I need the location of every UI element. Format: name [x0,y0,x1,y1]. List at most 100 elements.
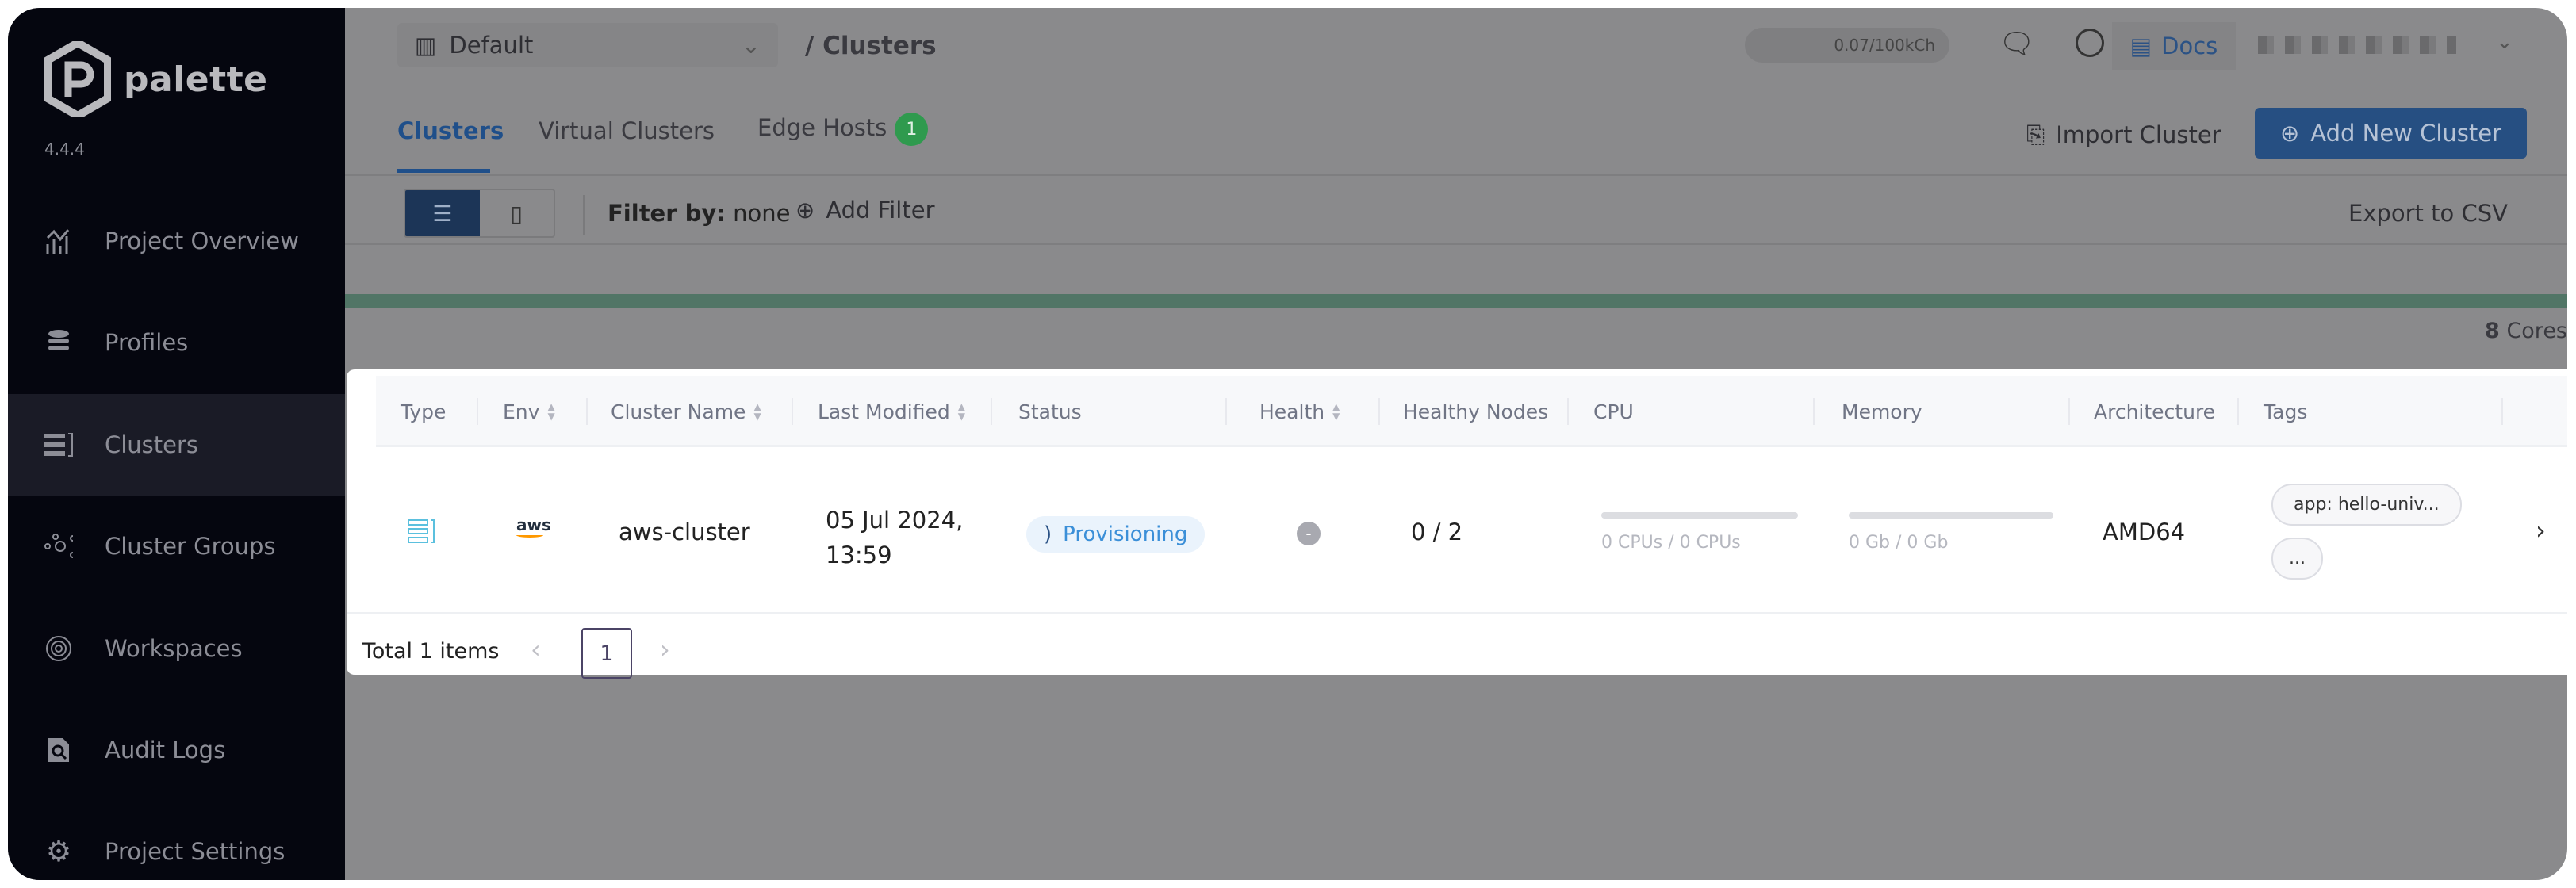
import-label: Import Cluster [2056,121,2221,148]
prev-page-icon[interactable]: ‹ [531,634,541,664]
cpu-label: 0 CPUs / 0 CPUs [1601,533,1741,553]
chevron-right-icon[interactable]: › [2536,515,2546,545]
list-view-button[interactable]: ☰ [405,190,480,236]
import-cluster-button[interactable]: ⎘ Import Cluster [2011,109,2237,160]
divider [991,398,992,425]
sort-icon[interactable]: ▲ ▼ [547,402,554,421]
col-type: Type [401,376,446,447]
next-page-icon[interactable]: › [660,634,670,664]
list-icon: ☰ [432,200,453,227]
architecture: AMD64 [2103,519,2186,545]
divider [1567,398,1569,425]
sidebar-item-label: Cluster Groups [105,533,276,560]
total-items: Total 1 items [362,639,500,664]
col-last-modified[interactable]: Last Modified ▲ ▼ [818,376,965,447]
memory-usage: 0 Gb / 0 Gb [1849,512,2053,553]
tab-clusters[interactable]: Clusters [397,117,504,144]
dashboard-icon: ▥ [415,32,437,59]
status-label: Provisioning [1063,522,1188,546]
divider [1378,398,1380,425]
count-badge: 1 [895,113,929,146]
col-memory: Memory [1842,376,1922,447]
project-select[interactable]: ▥ Default ⌄ [397,23,778,67]
divider [2237,398,2239,425]
sidebar-item-label: Profiles [105,329,189,356]
clusters-table: Type Env ▲ ▼ Cluster Name ▲ ▼ Last Modified ▲… [347,369,2567,679]
database-icon [44,328,73,357]
col-label: Last Modified [818,400,950,423]
sort-icon[interactable]: ▲ ▼ [1332,402,1340,421]
network-icon [44,532,73,561]
sidebar-item-project-overview[interactable]: Project Overview [8,190,345,292]
col-label: Memory [1842,400,1922,423]
tab-virtual-clusters[interactable]: Virtual Clusters [539,117,715,144]
sidebar-item-cluster-groups[interactable]: Cluster Groups [8,496,345,597]
divider [345,243,2567,245]
divider [347,612,2567,614]
sidebar-item-clusters[interactable]: Clusters [8,394,345,496]
chevron-down-icon[interactable]: ⌄ [2496,30,2513,54]
divider [2068,398,2070,425]
more-tags-chip[interactable]: ... [2271,538,2323,580]
chat-icon[interactable]: 🗨 [1999,27,2035,60]
cluster-name[interactable]: aws-cluster [619,519,750,545]
user-menu[interactable] [2258,36,2456,54]
tab-edge-hosts[interactable]: Edge Hosts 1 [757,113,929,146]
col-label: Status [1018,400,1082,423]
book-icon: ▤ [2129,33,2152,59]
col-architecture: Architecture [2094,376,2215,447]
add-new-cluster-button[interactable]: ⊕ Add New Cluster [2255,108,2527,159]
col-env[interactable]: Env ▲ ▼ [503,376,555,447]
add-filter-button[interactable]: ⊕ Add Filter [795,197,935,224]
app-window: palette 4.4.4 Project Overview Profiles … [8,8,2567,880]
map-icon: ▯ [510,200,523,227]
export-csv-button[interactable]: Export to CSV [2348,200,2508,227]
usage-indicator[interactable]: 0.07/100kCh [1745,28,1949,63]
sort-icon[interactable]: ▲ ▼ [753,402,761,421]
col-label: Tags [2264,400,2308,423]
col-healthy-nodes: Healthy Nodes [1403,376,1548,447]
col-status: Status [1018,376,1082,447]
tag-chip[interactable]: app: hello-univ... [2271,484,2462,526]
view-toggle[interactable]: ☰ ▯ [404,189,555,238]
palette-logo-icon [44,41,111,117]
sort-icon[interactable]: ▲ ▼ [958,402,965,421]
tab-label: Edge Hosts [757,114,887,141]
cores-value: 8 [2485,319,2500,343]
cpu-usage: 0 CPUs / 0 CPUs [1601,512,1798,553]
plus-circle-icon: ⊕ [2279,120,2300,147]
orbit-icon [44,634,73,663]
divider [2501,398,2503,425]
docs-button[interactable]: ▤ Docs [2112,22,2236,70]
cores-label: Cores [2506,319,2567,343]
sidebar-item-label: Workspaces [105,635,243,662]
active-tab-indicator [397,169,490,173]
sidebar-item-audit-logs[interactable]: Audit Logs [8,699,345,801]
sidebar-item-label: Project Settings [105,838,286,865]
col-cluster-name[interactable]: Cluster Name ▲ ▼ [611,376,761,447]
cores-summary: 8 Cores [2485,319,2567,343]
healthy-nodes: 0 / 2 [1411,519,1463,545]
compass-icon[interactable] [2076,29,2104,57]
filter-status: Filter by: none [608,200,790,227]
divider [1225,398,1227,425]
col-label: Env [503,400,540,423]
divider [792,398,793,425]
sidebar-item-project-settings[interactable]: ⚙ Project Settings [8,801,345,880]
col-label: Health [1259,400,1325,423]
sidebar-item-label: Audit Logs [105,737,226,764]
divider [1813,398,1815,425]
divider [583,195,585,235]
logo[interactable]: palette [44,41,268,117]
chevron-down-icon: ⌄ [741,32,761,59]
cpu-progress-bar [1601,512,1798,519]
sidebar-item-profiles[interactable]: Profiles [8,292,345,393]
col-health[interactable]: Health ▲ ▼ [1259,376,1340,447]
sidebar: palette 4.4.4 Project Overview Profiles … [8,8,345,880]
add-filter-label: Add Filter [826,197,935,224]
memory-label: 0 Gb / 0 Gb [1849,533,1949,553]
map-view-button[interactable]: ▯ [480,190,554,236]
filter-label: Filter by: [608,200,726,227]
page-1-button[interactable]: 1 [581,628,632,679]
sidebar-item-workspaces[interactable]: Workspaces [8,598,345,699]
